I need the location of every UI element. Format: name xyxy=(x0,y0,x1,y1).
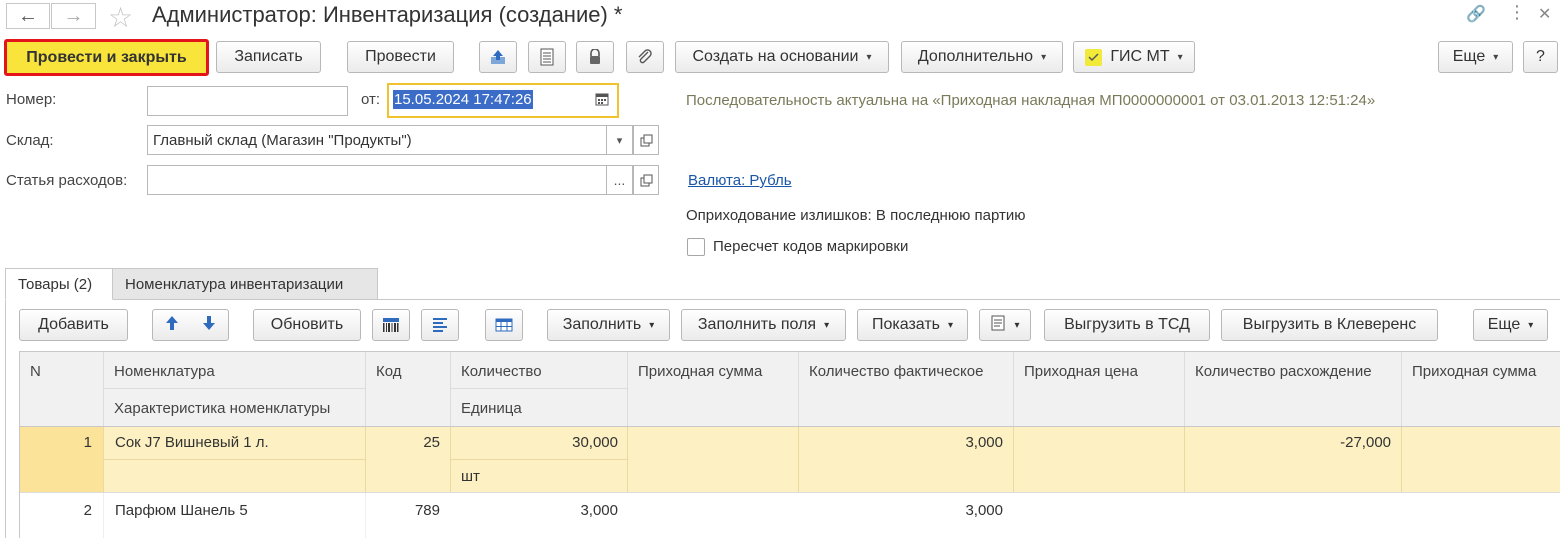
dropdown-arrow-icon: ▾ xyxy=(1493,51,1499,63)
dropdown-arrow-icon: ▾ xyxy=(947,319,954,331)
dropdown-arrow-icon: ▾ xyxy=(824,319,830,331)
align-icon[interactable] xyxy=(421,309,459,341)
goods-table: N Номенклатура Характеристика номенклату… xyxy=(19,351,1560,538)
cell-actual-quantity[interactable]: 3,000 xyxy=(799,434,1003,451)
paperclip-icon[interactable] xyxy=(626,41,664,73)
post-button[interactable]: Провести xyxy=(347,41,454,73)
column-header-nomenclature[interactable]: Номенклатура xyxy=(104,352,365,388)
table-more-button[interactable]: Еще ▾ xyxy=(1473,309,1548,341)
warehouse-label: Склад: xyxy=(6,132,54,149)
cell-nomenclature[interactable]: Сок J7 Вишневый 1 л. xyxy=(115,434,360,451)
dropdown-arrow-icon: ▾ xyxy=(1041,51,1047,63)
back-arrow-icon[interactable]: ← xyxy=(6,3,50,29)
date-label: от: xyxy=(361,91,381,108)
barcode-icon[interactable] xyxy=(372,309,410,341)
fill-button[interactable]: Заполнить ▾ xyxy=(547,309,670,341)
dropdown-arrow-icon: ▾ xyxy=(866,51,872,63)
dropdown-arrow-icon: ▾ xyxy=(649,319,655,331)
create-based-on-button[interactable]: Создать на основании ▾ xyxy=(675,41,889,73)
table-settings-icon[interactable] xyxy=(485,309,523,341)
additional-label: Дополнительно xyxy=(917,48,1034,65)
column-header-code[interactable]: Код xyxy=(366,352,450,426)
cell-quantity[interactable]: 30,000 xyxy=(451,434,618,451)
print-list-icon xyxy=(990,315,1006,336)
date-value: 15.05.2024 17:47:26 xyxy=(393,90,533,109)
export-tsd-button[interactable]: Выгрузить в ТСД xyxy=(1044,309,1210,341)
cell-unit[interactable]: шт xyxy=(461,468,621,485)
dropdown-arrow-icon: ▾ xyxy=(1528,319,1534,331)
column-header-unit[interactable]: Единица xyxy=(451,389,627,426)
fill-label: Заполнить xyxy=(562,316,642,333)
gis-mt-icon xyxy=(1085,48,1103,66)
add-button[interactable]: Добавить xyxy=(19,309,128,341)
warehouse-dropdown-icon[interactable]: ▾ xyxy=(607,125,633,155)
more-vertical-icon[interactable]: ⋮ xyxy=(1508,2,1526,23)
cell-n[interactable]: 2 xyxy=(20,502,92,519)
forward-arrow-icon[interactable]: → xyxy=(51,3,96,29)
gis-mt-label: ГИС МТ xyxy=(1110,48,1170,65)
open-icon[interactable] xyxy=(633,125,659,155)
cell-n[interactable]: 1 xyxy=(20,434,92,451)
column-header-incoming-sum[interactable]: Приходная сумма xyxy=(628,352,798,426)
help-button[interactable]: ? xyxy=(1523,41,1558,73)
date-field[interactable]: 15.05.2024 17:47:26 xyxy=(387,83,619,118)
tab-goods[interactable]: Товары (2) xyxy=(5,268,113,300)
dropdown-arrow-icon: ▾ xyxy=(1177,51,1183,63)
warehouse-field[interactable]: Главный склад (Магазин "Продукты") xyxy=(147,125,607,155)
link-icon[interactable]: 🔗 xyxy=(1466,4,1486,24)
sequence-info: Последовательность актуальна на «Приходн… xyxy=(686,92,1376,109)
column-header-actual-quantity[interactable]: Количество фактическое xyxy=(799,352,1013,426)
additional-button[interactable]: Дополнительно ▾ xyxy=(901,41,1063,73)
refresh-button[interactable]: Обновить xyxy=(253,309,361,341)
recount-checkbox[interactable] xyxy=(687,238,705,256)
cell-code[interactable]: 789 xyxy=(366,502,440,519)
fill-fields-label: Заполнить поля xyxy=(697,316,817,333)
more-button[interactable]: Еще ▾ xyxy=(1438,41,1513,73)
table-more-label: Еще xyxy=(1487,316,1521,333)
cell-actual-quantity[interactable]: 3,000 xyxy=(799,502,1003,519)
column-header-characteristic[interactable]: Характеристика номенклатуры xyxy=(104,389,365,426)
select-ellipsis-icon[interactable]: ... xyxy=(607,165,633,195)
print-menu-button[interactable]: ▾ xyxy=(979,309,1031,341)
number-label: Номер: xyxy=(6,91,57,108)
show-label: Показать xyxy=(871,316,940,333)
export-cleverence-button[interactable]: Выгрузить в Клеверенс xyxy=(1221,309,1438,341)
cell-quantity[interactable]: 3,000 xyxy=(451,502,618,519)
save-button[interactable]: Записать xyxy=(216,41,321,73)
document-list-icon[interactable] xyxy=(528,41,566,73)
close-icon[interactable]: ✕ xyxy=(1538,4,1551,24)
window-title: Администратор: Инвентаризация (создание)… xyxy=(152,2,623,27)
expense-label: Статья расходов: xyxy=(6,172,128,189)
cell-nomenclature[interactable]: Парфюм Шанель 5 xyxy=(115,502,360,519)
move-buttons xyxy=(152,309,229,341)
cell-code[interactable]: 25 xyxy=(366,434,440,451)
column-header-n[interactable]: N xyxy=(20,352,103,426)
post-and-close-button[interactable]: Провести и закрыть xyxy=(4,39,209,76)
column-header-quantity[interactable]: Количество xyxy=(451,352,627,388)
lock-icon[interactable] xyxy=(576,41,614,73)
calendar-icon[interactable] xyxy=(595,92,609,110)
column-header-incoming-sum-2[interactable]: Приходная сумма xyxy=(1402,352,1560,426)
tab-inventory-nomenclature[interactable]: Номенклатура инвентаризации xyxy=(112,268,378,300)
show-button[interactable]: Показать ▾ xyxy=(857,309,968,341)
move-down-icon[interactable] xyxy=(202,315,216,336)
favorite-star-icon[interactable]: ☆ xyxy=(108,1,133,34)
dropdown-arrow-icon: ▾ xyxy=(1014,319,1020,331)
upload-icon[interactable] xyxy=(479,41,517,73)
open-icon[interactable] xyxy=(633,165,659,195)
currency-link[interactable]: Валюта: Рубль xyxy=(688,172,792,189)
recount-label[interactable]: Пересчет кодов маркировки xyxy=(713,238,908,255)
expense-field[interactable] xyxy=(147,165,607,195)
column-header-incoming-price[interactable]: Приходная цена xyxy=(1014,352,1184,426)
number-field[interactable] xyxy=(147,86,348,116)
more-label: Еще xyxy=(1452,48,1486,65)
column-header-quantity-diff[interactable]: Количество расхождение xyxy=(1185,352,1401,426)
create-based-on-label: Создать на основании xyxy=(692,48,859,65)
surplus-text: Оприходование излишков: В последнюю парт… xyxy=(686,207,1026,224)
tab-panel-border xyxy=(5,299,6,538)
fill-fields-button[interactable]: Заполнить поля ▾ xyxy=(681,309,846,341)
move-up-icon[interactable] xyxy=(165,315,179,336)
cell-quantity-diff[interactable]: -27,000 xyxy=(1185,434,1391,451)
gis-mt-button[interactable]: ГИС МТ ▾ xyxy=(1073,41,1195,73)
